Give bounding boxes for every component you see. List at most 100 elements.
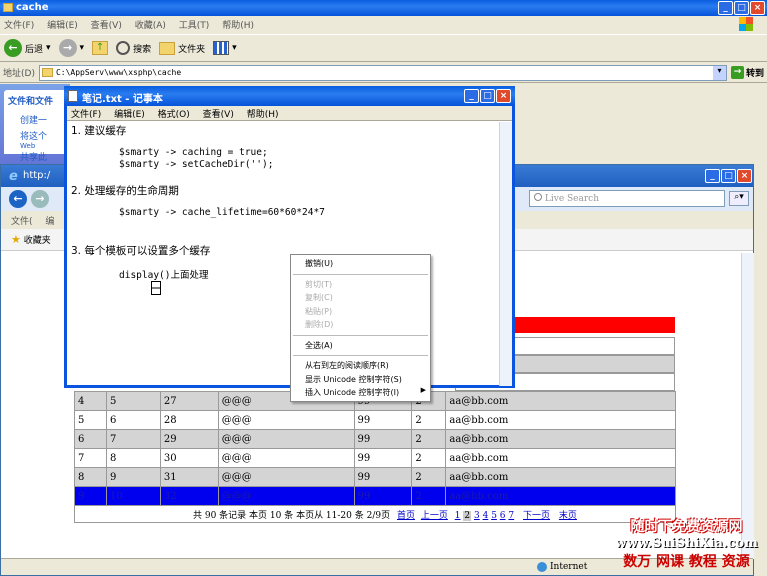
line-code-4: display()上面处理: [119, 270, 209, 281]
maximize-button[interactable]: □: [734, 1, 749, 15]
table-cell: 2: [411, 467, 447, 487]
pager-page-4[interactable]: 4: [483, 511, 489, 521]
back-button[interactable]: ← 后退 ▾: [4, 39, 51, 57]
task-share[interactable]: 共享此: [8, 150, 62, 163]
ctx-undo[interactable]: 撤销(U): [291, 257, 430, 271]
favorites-button[interactable]: 收藏夹: [24, 236, 51, 246]
table-cell: 29: [159, 429, 219, 449]
table-cell: @@@: [217, 429, 355, 449]
close-button[interactable]: ×: [750, 1, 765, 15]
table-cell: 2: [411, 486, 447, 506]
pager-last-link[interactable]: 末页: [559, 511, 577, 521]
search-button[interactable]: 搜索: [116, 41, 151, 55]
folder-icon: [3, 3, 13, 12]
ctx-rtl[interactable]: 从右到左的阅读顺序(R): [291, 359, 430, 373]
ctx-show-unicode[interactable]: 显示 Unicode 控制字符(S): [291, 373, 430, 387]
table-cell: 6: [74, 429, 107, 449]
go-button[interactable]: → 转到: [730, 66, 764, 79]
menu-edit[interactable]: 编辑(E): [47, 21, 78, 31]
ctx-paste[interactable]: 粘贴(P): [291, 305, 430, 319]
table-cell: 30: [159, 448, 219, 468]
task-create[interactable]: 创建一: [8, 113, 62, 126]
ie-restore-button[interactable]: □: [721, 169, 736, 183]
address-dropdown-button[interactable]: ▾: [712, 65, 726, 80]
ctx-copy[interactable]: 复制(C): [291, 291, 430, 305]
notepad-title: 笔记.txt - 记事本: [82, 94, 163, 105]
pager-page-6[interactable]: 6: [500, 511, 506, 521]
pager-page-3[interactable]: 3: [474, 511, 480, 521]
table-cell: aa@bb.com: [445, 448, 676, 468]
notepad-menu-view[interactable]: 查看(V): [203, 110, 234, 120]
line-heading-3: 3. 每个模板可以设置多个缓存: [71, 245, 211, 257]
pager-first-link[interactable]: 首页: [397, 511, 415, 521]
menu-help[interactable]: 帮助(H): [222, 21, 254, 31]
notepad-menu-bar: 文件(F) 编辑(E) 格式(O) 查看(V) 帮助(H): [67, 106, 512, 121]
address-input[interactable]: C:\AppServ\www\xsphp\cache ▾: [38, 64, 727, 81]
table-cell: 8: [74, 467, 107, 487]
ie-minimize-button[interactable]: _: [705, 169, 720, 183]
table-cell: aa@bb.com: [445, 467, 676, 487]
hourglass-cursor-icon: [151, 281, 161, 295]
minimize-button[interactable]: _: [718, 1, 733, 15]
table-cell: 99: [353, 486, 413, 506]
table-row: 5 6 28 @@@ 99 2 aa@bb.com: [74, 410, 676, 430]
address-bar: 地址(D) C:\AppServ\www\xsphp\cache ▾ → 转到: [0, 63, 767, 83]
notepad-scrollbar[interactable]: [499, 122, 512, 386]
pager-page-7[interactable]: 7: [508, 511, 514, 521]
menu-favorites[interactable]: 收藏(A): [135, 21, 166, 31]
line-heading-2: 2. 处理缓存的生命周期: [71, 185, 179, 197]
folder-icon: [41, 68, 53, 77]
table-cell: @@@: [217, 486, 355, 506]
ctx-insert-unicode[interactable]: 插入 Unicode 控制字符(I): [291, 386, 430, 400]
menu-view[interactable]: 查看(V): [91, 21, 122, 31]
ie-search-box[interactable]: Live Search: [529, 190, 725, 207]
notepad-menu-file[interactable]: 文件(F): [71, 110, 101, 120]
ie-menu-file[interactable]: 文件(: [11, 217, 33, 227]
notepad-minimize-button[interactable]: _: [464, 89, 479, 103]
folders-button[interactable]: 文件夹: [159, 41, 205, 55]
ie-scrollbar[interactable]: [741, 253, 754, 559]
ie-forward-icon[interactable]: →: [31, 190, 49, 208]
table-row: 9 10 32 @@@ 99 2 aa@bb.com: [74, 486, 676, 506]
up-folder-button[interactable]: ↑: [92, 41, 109, 55]
table-row: 7 8 30 @@@ 99 2 aa@bb.com: [74, 448, 676, 468]
ctx-select-all[interactable]: 全选(A): [291, 339, 430, 353]
table-cell: @@@: [217, 410, 355, 430]
menu-file[interactable]: 文件(F): [4, 21, 34, 31]
notepad-menu-help[interactable]: 帮助(H): [247, 110, 279, 120]
notepad-menu-format[interactable]: 格式(O): [158, 110, 190, 120]
table-cell: 9: [105, 467, 161, 487]
ie-back-icon[interactable]: ←: [9, 190, 27, 208]
status-zone: Internet: [550, 562, 588, 572]
ctx-delete[interactable]: 删除(D): [291, 318, 430, 332]
watermark-line-3: 数万 网课 教程 资源: [623, 554, 750, 570]
ie-search-go-button[interactable]: ⌕▾: [729, 191, 749, 206]
menu-tools[interactable]: 工具(T): [179, 21, 210, 31]
notepad-title-bar[interactable]: 笔记.txt - 记事本 _ □ ×: [64, 86, 515, 106]
notepad-maximize-button[interactable]: □: [480, 89, 495, 103]
table-cell: aa@bb.com: [445, 486, 676, 506]
explorer-menu-bar: 文件(F) 编辑(E) 查看(V) 收藏(A) 工具(T) 帮助(H): [0, 16, 767, 33]
table-cell: 5: [74, 410, 107, 430]
ie-close-button[interactable]: ×: [737, 169, 752, 183]
folders-icon: [159, 41, 176, 55]
ctx-cut[interactable]: 剪切(T): [291, 278, 430, 292]
views-button[interactable]: ▾: [213, 41, 237, 55]
notepad-menu-edit[interactable]: 编辑(E): [114, 110, 145, 120]
task-publish[interactable]: 将这个: [8, 129, 62, 142]
address-label: 地址(D): [3, 69, 35, 79]
forward-arrow-icon: →: [58, 39, 77, 57]
pager-summary: 共 90 条记录 本页 10 条 本页从 11-20 条 2/9页: [193, 511, 391, 521]
line-heading-1: 1. 建议缓存: [71, 125, 127, 137]
pager-prev-link[interactable]: 上一页: [421, 511, 448, 521]
ie-menu-edit[interactable]: 编: [45, 217, 54, 227]
go-arrow-icon: →: [730, 66, 744, 79]
windows-logo-icon: [739, 17, 753, 31]
pager-page-5[interactable]: 5: [491, 511, 497, 521]
table-cell: 6: [105, 410, 161, 430]
pager-next-link[interactable]: 下一页: [523, 511, 550, 521]
notepad-close-button[interactable]: ×: [496, 89, 511, 103]
forward-button[interactable]: → ▾: [58, 39, 84, 57]
pager-page-1[interactable]: 1: [455, 511, 461, 521]
explorer-title-bar[interactable]: cache _ □ ×: [0, 0, 767, 16]
